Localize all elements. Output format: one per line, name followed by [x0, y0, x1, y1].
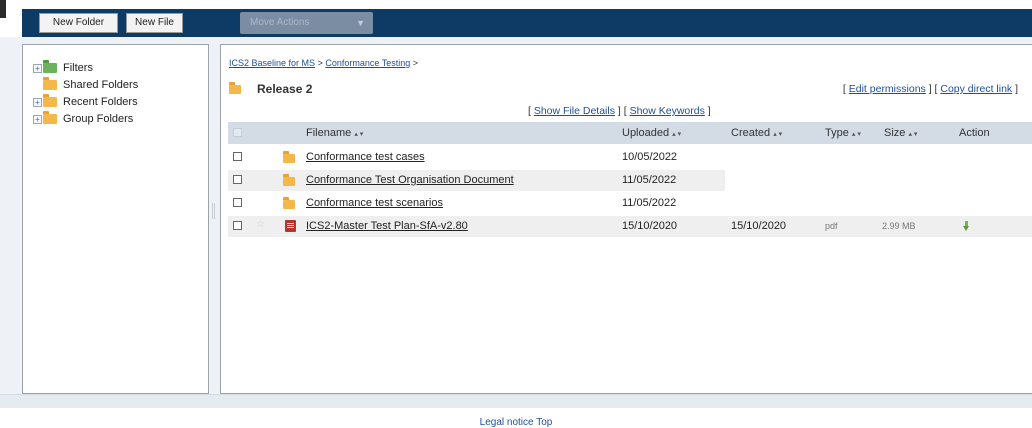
tree-item-label: Group Folders [63, 113, 134, 125]
row-checkbox[interactable] [233, 198, 242, 207]
row-checkbox[interactable] [233, 175, 242, 184]
breadcrumb-separator: > [317, 58, 323, 68]
tree-item-label: Shared Folders [63, 79, 139, 91]
tree-item-recent-folders[interactable]: + Recent Folders [33, 94, 138, 109]
sort-arrows-icon: ▴ ▾ [851, 131, 861, 138]
view-options: [ Show File Details ] [ Show Keywords ] [528, 105, 711, 117]
folder-icon [283, 151, 295, 163]
current-folder-heading: Release 2 [229, 81, 313, 96]
breadcrumb-link-conformance-testing[interactable]: Conformance Testing [325, 58, 410, 68]
file-name-link[interactable]: Conformance test scenarios [306, 197, 443, 209]
table-row[interactable]: Conformance Test Organisation Document 1… [228, 170, 725, 191]
top-link[interactable]: Top [536, 417, 552, 428]
move-actions-label: Move Actions [250, 17, 310, 28]
tree-item-label: Filters [63, 62, 93, 74]
breadcrumb-separator: > [412, 58, 419, 68]
folder-tree-pane: + Filters Shared Folders + Recent Folder… [22, 44, 209, 394]
column-header-uploaded[interactable]: Uploaded ▴ ▾ [622, 127, 681, 139]
toolbar: New Folder New File Move Actions ▼ [22, 9, 1032, 37]
table-row[interactable]: Conformance test scenarios 11/05/2022 [228, 193, 1032, 214]
new-file-button[interactable]: New File [126, 13, 183, 33]
uploaded-date: 11/05/2022 [622, 174, 677, 186]
favorite-star-icon[interactable]: ☆ [256, 220, 266, 230]
file-type: pdf [825, 221, 838, 231]
legal-notice-link[interactable]: Legal notice [480, 417, 534, 428]
folder-icon [43, 77, 57, 90]
tree-item-group-folders[interactable]: + Group Folders [33, 111, 134, 126]
show-keywords-link[interactable]: Show Keywords [630, 105, 705, 117]
tree-item-filters[interactable]: + Filters [33, 60, 93, 75]
folder-icon [229, 81, 241, 94]
pane-splitter-handle[interactable] [212, 203, 215, 219]
file-name-link[interactable]: Conformance Test Organisation Document [306, 174, 514, 186]
uploaded-date: 15/10/2020 [622, 220, 678, 232]
chevron-down-icon: ▼ [356, 18, 365, 28]
edit-permissions-link[interactable]: Edit permissions [849, 83, 926, 95]
breadcrumb: ICS2 Baseline for MS > Conformance Testi… [229, 58, 418, 68]
column-header-action: Action [959, 127, 990, 139]
sort-arrows-icon: ▴ ▾ [672, 131, 682, 138]
created-date: 15/10/2020 [731, 220, 787, 232]
file-name-link[interactable]: Conformance test cases [306, 151, 425, 163]
show-file-details-link[interactable]: Show File Details [534, 105, 615, 117]
tree-item-shared-folders[interactable]: Shared Folders [33, 77, 139, 92]
pdf-file-icon [285, 220, 296, 232]
column-header-type[interactable]: Type ▴ ▾ [825, 127, 861, 139]
row-checkbox[interactable] [233, 221, 242, 230]
expand-icon[interactable]: + [33, 97, 42, 107]
folder-icon [43, 111, 57, 124]
folder-green-icon [43, 60, 57, 73]
table-header: Filename ▴ ▾ Uploaded ▴ ▾ Created ▴ ▾ Ty… [228, 122, 1032, 144]
select-all-checkbox[interactable] [233, 128, 242, 137]
column-header-created[interactable]: Created ▴ ▾ [731, 127, 782, 139]
new-folder-button[interactable]: New Folder [39, 13, 118, 33]
copy-direct-link[interactable]: Copy direct link [940, 83, 1012, 95]
sort-arrows-icon: ▴ ▾ [773, 131, 783, 138]
sort-arrows-icon: ▴ ▾ [354, 131, 364, 138]
table-row[interactable]: Conformance test cases 10/05/2022 [228, 147, 1032, 168]
column-header-size[interactable]: Size ▴ ▾ [884, 127, 917, 139]
column-header-filename[interactable]: Filename ▴ ▾ [306, 127, 363, 139]
tree-item-label: Recent Folders [63, 96, 138, 108]
bottom-bar [0, 394, 1032, 408]
download-icon[interactable] [963, 221, 970, 231]
expand-icon[interactable]: + [33, 63, 42, 73]
row-checkbox[interactable] [233, 152, 242, 161]
window-edge [0, 0, 6, 18]
current-folder-title: Release 2 [257, 82, 313, 96]
folder-icon [43, 94, 57, 107]
sort-arrows-icon: ▴ ▾ [908, 131, 918, 138]
breadcrumb-link-ics2-baseline[interactable]: ICS2 Baseline for MS [229, 58, 315, 68]
move-actions-select[interactable]: Move Actions ▼ [240, 12, 373, 34]
table-row[interactable]: ☆ ICS2-Master Test Plan-SfA-v2.80 15/10/… [228, 216, 1032, 237]
folder-links: [ Edit permissions ] [ Copy direct link … [842, 83, 1018, 95]
footer: Legal notice Top [0, 417, 1032, 428]
file-name-link[interactable]: ICS2-Master Test Plan-SfA-v2.80 [306, 220, 468, 232]
uploaded-date: 10/05/2022 [622, 151, 678, 163]
expand-icon[interactable]: + [33, 114, 42, 124]
folder-icon [283, 197, 295, 209]
uploaded-date: 11/05/2022 [622, 197, 677, 209]
file-size: 2.99 MB [882, 221, 916, 231]
folder-icon [283, 174, 295, 186]
